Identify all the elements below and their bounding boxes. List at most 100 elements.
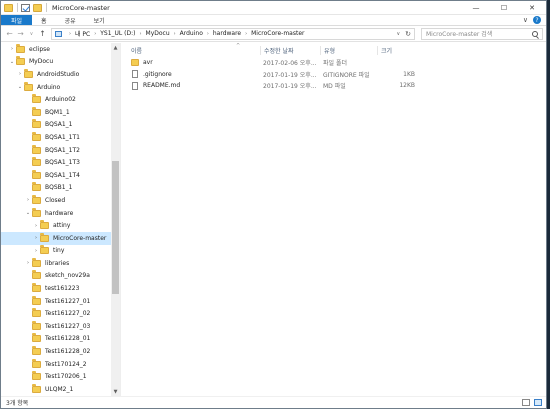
nav-scrollbar[interactable]: ▲ ▼ <box>111 43 120 396</box>
back-button[interactable]: ← <box>4 29 15 38</box>
sidebar-item[interactable]: Arduino02 <box>1 93 111 106</box>
help-icon[interactable]: ? <box>533 16 541 24</box>
folder-icon <box>32 94 41 104</box>
folder-icon <box>24 81 33 91</box>
sidebar-item[interactable]: › attiny <box>1 219 111 232</box>
sidebar-item[interactable]: BQSA1_1T3 <box>1 156 111 169</box>
breadcrumb-arduino[interactable]: Arduino <box>180 30 203 37</box>
sidebar-item[interactable]: BQSA1_1 <box>1 119 111 132</box>
sidebar-item[interactable]: Test161227_02 <box>1 307 111 320</box>
chevron-icon[interactable]: › <box>32 235 40 241</box>
sidebar-item[interactable]: ⌄ hardware <box>1 207 111 220</box>
sidebar-item[interactable]: Test161227_01 <box>1 295 111 308</box>
sidebar-item-label: Closed <box>45 196 66 204</box>
properties-check-icon[interactable] <box>21 3 30 12</box>
column-size[interactable]: 크기 <box>377 45 417 55</box>
window-title: MicroCore-master <box>52 3 110 12</box>
recent-locations-button[interactable]: ∨ <box>26 31 37 37</box>
chevron-icon[interactable]: › <box>32 223 40 229</box>
sidebar-item[interactable]: Test161228_01 <box>1 333 111 346</box>
folder-icon <box>32 383 41 393</box>
folder-icon <box>32 169 41 179</box>
chevron-icon[interactable]: ⌄ <box>8 59 16 65</box>
search-box[interactable]: MicroCore-master 검색 <box>421 27 543 40</box>
forward-button[interactable]: → <box>15 29 26 38</box>
chevron-icon[interactable]: ⌄ <box>24 210 32 216</box>
sidebar-item[interactable]: ULQM2_1 <box>1 383 111 396</box>
large-icons-view-icon[interactable] <box>534 399 542 406</box>
tab-view[interactable]: 보기 <box>85 15 114 25</box>
sidebar-item-label: libraries <box>45 259 70 267</box>
chevron-icon[interactable]: › <box>24 260 32 266</box>
scroll-down-icon[interactable]: ▼ <box>111 387 120 396</box>
sidebar-item-label: ULQM2_1 <box>45 385 74 393</box>
refresh-icon[interactable]: ↻ <box>405 30 411 38</box>
sidebar-item-label: BQSB1_1 <box>45 184 73 192</box>
sidebar-item[interactable]: Test170124_2 <box>1 358 111 371</box>
divider <box>17 3 18 12</box>
sidebar-item[interactable]: test161223 <box>1 282 111 295</box>
sidebar-item[interactable]: BQSA1_1T4 <box>1 169 111 182</box>
sidebar-item[interactable]: › libraries <box>1 257 111 270</box>
sidebar-item[interactable]: › Closed <box>1 194 111 207</box>
tab-file[interactable]: 파일 <box>1 15 33 25</box>
new-folder-icon[interactable] <box>33 3 42 12</box>
sidebar-item[interactable]: › AndroidStudio <box>1 68 111 81</box>
search-icon[interactable] <box>532 30 538 37</box>
sidebar-item-label: BQSA1_1T4 <box>45 171 80 179</box>
file-row[interactable]: README.md 2017-01-19 오후... MD 파일 12KB <box>121 80 546 92</box>
sidebar-item-label: attiny <box>53 222 71 230</box>
sidebar-item[interactable]: Test161227_03 <box>1 320 111 333</box>
expand-ribbon-icon[interactable]: ∨ <box>523 16 528 24</box>
file-icon <box>132 70 138 79</box>
sidebar-item[interactable]: ⌄ MyDocu <box>1 56 111 69</box>
folder-icon <box>131 59 139 67</box>
sidebar-item[interactable]: BQSB1_1 <box>1 182 111 195</box>
sidebar-item[interactable]: › tiny <box>1 245 111 258</box>
scroll-up-icon[interactable]: ▲ <box>111 43 120 52</box>
sidebar-item-label: BQSA1_1T2 <box>45 146 80 154</box>
sidebar-item[interactable]: BQM1_1 <box>1 106 111 119</box>
explorer-window: MicroCore-master — ☐ ✕ 파일 홈 공유 보기 ∨ ? ← … <box>0 0 547 409</box>
tab-home[interactable]: 홈 <box>32 15 56 25</box>
breadcrumb-hardware[interactable]: hardware <box>213 30 241 37</box>
address-bar[interactable]: › 내 PC › YS1_UL (D:) › MyDocu › Arduino … <box>51 27 415 40</box>
sidebar-item-label: sketch_nov29a <box>45 272 90 280</box>
tab-share[interactable]: 공유 <box>56 15 85 25</box>
file-row[interactable]: .gitignore 2017-01-19 오후... GITIGNORE 파일 1K… <box>121 69 546 81</box>
chevron-icon[interactable]: ⌄ <box>16 84 24 90</box>
close-button[interactable]: ✕ <box>518 1 546 15</box>
up-button[interactable]: ↑ <box>37 29 48 38</box>
chevron-icon[interactable]: › <box>32 248 40 254</box>
column-type[interactable]: 유형 <box>320 45 377 55</box>
chevron-icon[interactable]: › <box>16 71 24 77</box>
sidebar-item[interactable]: ⌄ Arduino <box>1 81 111 94</box>
file-type: MD 파일 <box>323 83 346 91</box>
details-view-icon[interactable] <box>522 399 530 406</box>
chevron-right-icon: › <box>69 30 71 37</box>
sidebar-item[interactable]: › eclipse <box>1 43 111 56</box>
sidebar-item-label: test161223 <box>45 285 80 293</box>
sidebar-item[interactable]: BQSA1_1T1 <box>1 131 111 144</box>
search-input[interactable]: MicroCore-master 검색 <box>426 29 532 38</box>
address-dropdown-icon[interactable]: ∨ <box>396 31 400 37</box>
navigation-pane[interactable]: › eclipse ⌄ MyDocu › AndroidStudio ⌄ Arduino Ard… <box>1 43 121 396</box>
sidebar-item-label: hardware <box>45 209 74 217</box>
chevron-icon[interactable]: › <box>8 46 16 52</box>
folder-icon <box>32 157 41 167</box>
sidebar-item[interactable]: sketch_nov29a <box>1 270 111 283</box>
sidebar-item[interactable]: › MicroCore-master <box>1 231 111 245</box>
sidebar-item[interactable]: Test161228_02 <box>1 345 111 358</box>
chevron-icon[interactable]: › <box>24 197 32 203</box>
breadcrumb-drive[interactable]: YS1_UL (D:) <box>100 30 135 37</box>
breadcrumb-this-pc[interactable]: 내 PC <box>75 29 90 38</box>
breadcrumb-mydocu[interactable]: MyDocu <box>146 30 170 37</box>
breadcrumb-microcore-master[interactable]: MicroCore-master <box>251 30 304 37</box>
maximize-button[interactable]: ☐ <box>490 1 518 15</box>
file-row[interactable]: avr 2017-02-06 오후... 파일 폴더 <box>121 57 546 69</box>
scrollbar-thumb[interactable] <box>112 161 119 294</box>
sidebar-item[interactable]: Test170206_1 <box>1 370 111 383</box>
sidebar-item[interactable]: BQSA1_1T2 <box>1 144 111 157</box>
column-date-modified[interactable]: 수정한 날짜 <box>260 45 320 55</box>
minimize-button[interactable]: — <box>462 1 490 15</box>
